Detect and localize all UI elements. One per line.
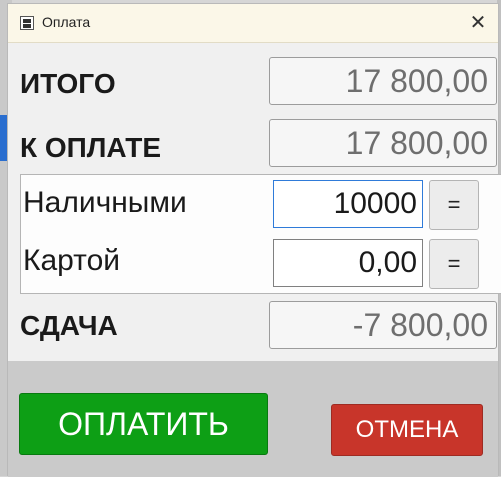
cash-label: Наличными bbox=[23, 186, 187, 219]
close-icon[interactable]: ✕ bbox=[458, 4, 498, 42]
total-value-field: 17 800,00 bbox=[269, 57, 497, 105]
to-pay-value-field: 17 800,00 bbox=[269, 119, 497, 167]
to-pay-label: К ОПЛАТЕ bbox=[20, 132, 162, 163]
card-label: Картой bbox=[23, 244, 121, 277]
cash-fill-button[interactable]: = bbox=[429, 180, 479, 230]
cancel-button[interactable]: ОТМЕНА bbox=[331, 404, 483, 456]
cash-amount-input[interactable]: 10000 bbox=[273, 180, 423, 228]
pay-button[interactable]: ОПЛАТИТЬ bbox=[19, 393, 268, 455]
card-fill-button[interactable]: = bbox=[429, 239, 479, 289]
change-label: СДАЧА bbox=[20, 310, 118, 341]
change-value-field: -7 800,00 bbox=[269, 301, 497, 349]
total-label: ИТОГО bbox=[20, 68, 116, 99]
window-title: Оплата bbox=[42, 14, 91, 30]
card-amount-input[interactable]: 0,00 bbox=[273, 239, 423, 287]
title-bar: Оплата ✕ bbox=[8, 4, 498, 43]
calculator-icon bbox=[20, 16, 34, 30]
